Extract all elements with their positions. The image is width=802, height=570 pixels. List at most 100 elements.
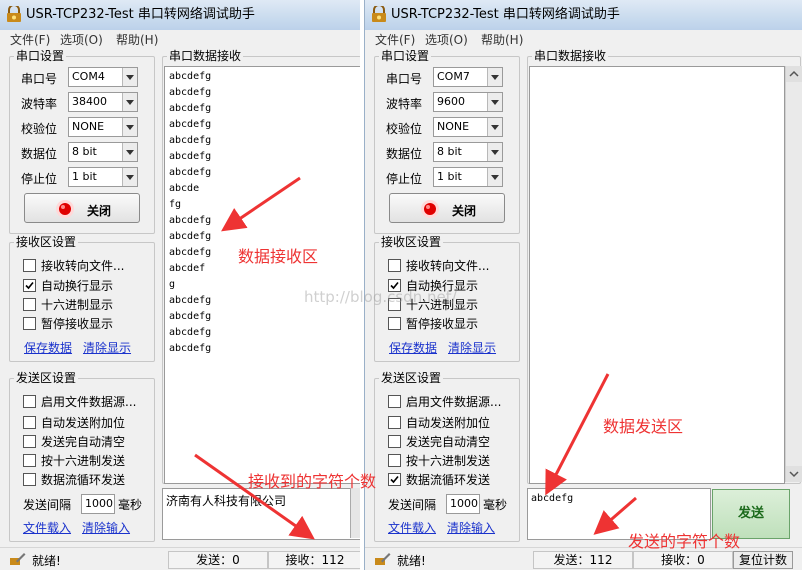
menu-bar: 文件(F) 选项(O) 帮助(H) [0, 30, 360, 48]
stopbits-select[interactable]: 1 bit [433, 167, 503, 187]
scroll-up-icon[interactable] [786, 66, 802, 82]
interval-label: 发送间隔 [23, 498, 72, 512]
checkbox-label: 接收转向文件... [406, 259, 490, 273]
port-select[interactable]: COM4 [68, 67, 138, 87]
rx-line: abcdefg [169, 247, 212, 258]
hex-send-checkbox[interactable] [388, 454, 401, 467]
checkbox-label: 自动发送附加位 [406, 416, 491, 430]
databits-select[interactable]: 8 bit [433, 142, 503, 162]
right-title-bar[interactable]: USR-TCP232-Test 串口转网络调试助手 [365, 0, 802, 30]
menu-help[interactable]: 帮助(H) [481, 31, 523, 48]
checkbox-label: 按十六进制发送 [41, 454, 126, 468]
auto-wrap-checkbox[interactable] [23, 279, 36, 292]
window-title: USR-TCP232-Test 串口转网络调试助手 [26, 7, 255, 22]
rx-line: abcdefg [169, 343, 212, 354]
checkbox-label: 暂停接收显示 [41, 317, 114, 331]
baud-select[interactable]: 38400 [68, 92, 138, 112]
close-port-button[interactable]: 关闭 [24, 193, 140, 223]
chevron-down-icon [122, 118, 137, 136]
pause-display-checkbox[interactable] [23, 317, 36, 330]
checkbox-label: 数据流循环发送 [406, 473, 491, 487]
save-data-link[interactable]: 保存数据 [24, 339, 72, 356]
right-app-window: USR-TCP232-Test 串口转网络调试助手 文件(F) 选项(O) 帮助… [364, 0, 802, 570]
rx-line: abcdefg [169, 167, 212, 178]
file-source-checkbox[interactable] [23, 395, 36, 408]
status-pen-icon [375, 553, 391, 565]
send-input[interactable]: 济南有人科技有限公司 [162, 488, 360, 540]
status-ready: 就绪! [397, 554, 426, 568]
tx-area-annotation: 数据发送区 [603, 417, 684, 436]
interval-unit: 毫秒 [483, 498, 508, 512]
app-icon [7, 6, 21, 22]
check-icon [25, 281, 34, 290]
checkbox-label: 启用文件数据源... [41, 395, 137, 409]
file-source-checkbox[interactable] [388, 395, 401, 408]
databits-select[interactable]: 8 bit [68, 142, 138, 162]
chevron-down-icon [122, 143, 137, 161]
rx-count-annotation: 接收到的字符个数 [248, 472, 377, 491]
rx-line: abcdefg [169, 151, 212, 162]
rx-line: fg [169, 199, 182, 210]
checkbox-label: 数据流循环发送 [41, 473, 126, 487]
interval-label: 发送间隔 [388, 498, 437, 512]
left-title-bar[interactable]: USR-TCP232-Test 串口转网络调试助手 [0, 0, 360, 30]
group-title: 接收区设置 [379, 235, 444, 249]
menu-options[interactable]: 选项(O) [425, 31, 468, 48]
parity-select[interactable]: NONE [68, 117, 138, 137]
rx-line: g [169, 279, 176, 290]
close-port-button[interactable]: 关闭 [389, 193, 505, 223]
menu-file[interactable]: 文件(F) [375, 31, 415, 48]
rx-line: abcdefg [169, 103, 212, 114]
group-title: 串口数据接收 [167, 49, 244, 63]
watermark: http://blog.csdn.net/ [304, 288, 457, 306]
stopbits-select[interactable]: 1 bit [68, 167, 138, 187]
rx-line: abcdef [169, 263, 206, 274]
menu-options[interactable]: 选项(O) [60, 31, 103, 48]
interval-input[interactable]: 1000 [446, 494, 480, 514]
clear-input-link[interactable]: 清除输入 [447, 519, 495, 536]
group-title: 串口数据接收 [532, 49, 609, 63]
stopbits-label: 停止位 [21, 172, 58, 186]
baud-select[interactable]: 9600 [433, 92, 503, 112]
hex-display-checkbox[interactable] [23, 298, 36, 311]
scroll-down-icon[interactable] [786, 466, 802, 482]
auto-append-checkbox[interactable] [388, 416, 401, 429]
rx-line: abcdefg [169, 215, 212, 226]
auto-clear-checkbox[interactable] [23, 435, 36, 448]
hex-send-checkbox[interactable] [23, 454, 36, 467]
parity-select[interactable]: NONE [433, 117, 503, 137]
rx-to-file-checkbox[interactable] [23, 259, 36, 272]
checkbox-label: 启用文件数据源... [406, 395, 502, 409]
rx-scrollbar[interactable] [785, 66, 802, 482]
auto-append-checkbox[interactable] [23, 416, 36, 429]
send-button-edge[interactable] [350, 488, 360, 538]
load-file-link[interactable]: 文件载入 [23, 519, 71, 536]
chevron-down-icon [122, 168, 137, 186]
pause-display-checkbox[interactable] [388, 317, 401, 330]
loop-send-checkbox[interactable] [23, 473, 36, 486]
parity-label: 校验位 [386, 122, 423, 136]
rx-to-file-checkbox[interactable] [388, 259, 401, 272]
menu-file[interactable]: 文件(F) [10, 31, 50, 48]
auto-clear-checkbox[interactable] [388, 435, 401, 448]
port-label: 串口号 [21, 72, 58, 86]
baud-label: 波特率 [21, 97, 58, 111]
red-light-icon [56, 200, 74, 218]
chevron-down-icon [487, 68, 502, 86]
load-file-link[interactable]: 文件载入 [388, 519, 436, 536]
checkbox-label: 按十六进制发送 [406, 454, 491, 468]
rx-line: abcdefg [169, 295, 212, 306]
checkbox-label: 发送完自动清空 [41, 435, 126, 449]
menu-help[interactable]: 帮助(H) [116, 31, 158, 48]
clear-display-link[interactable]: 清除显示 [448, 339, 496, 356]
rx-data-area[interactable]: abcdefg abcdefg abcdefg abcdefg abcdefg abcde… [164, 66, 360, 484]
databits-label: 数据位 [21, 147, 58, 161]
save-data-link[interactable]: 保存数据 [389, 339, 437, 356]
port-select[interactable]: COM7 [433, 67, 503, 87]
clear-input-link[interactable]: 清除输入 [82, 519, 130, 536]
loop-send-checkbox[interactable] [388, 473, 401, 486]
clear-display-link[interactable]: 清除显示 [83, 339, 131, 356]
interval-input[interactable]: 1000 [81, 494, 115, 514]
baud-label: 波特率 [386, 97, 423, 111]
reset-count-button[interactable]: 复位计数 [733, 551, 793, 569]
